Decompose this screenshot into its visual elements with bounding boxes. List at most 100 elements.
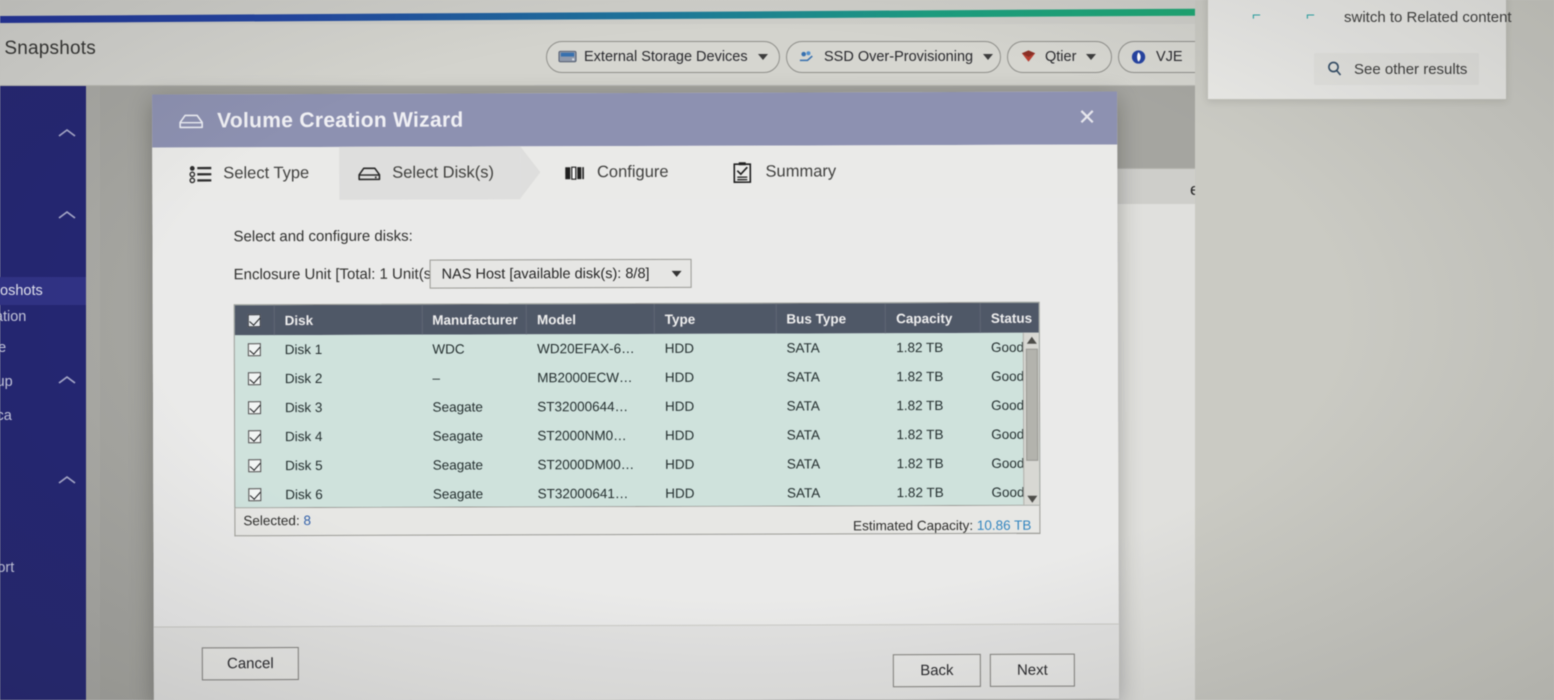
row-checkbox[interactable]	[248, 459, 262, 473]
disk-table-header: Disk Manufacturer Model Type Bus Type Ca…	[234, 302, 1039, 336]
close-icon[interactable]: ✕	[1073, 104, 1101, 132]
cell-bus-type: SATA	[786, 369, 820, 385]
cell-type: HDD	[665, 456, 695, 472]
table-row[interactable]: Disk 1 WDC WD20EFAX-6… HDD SATA 1.82 TB …	[234, 332, 1039, 365]
cell-model: MB2000ECW…	[537, 370, 633, 386]
select-all-checkbox[interactable]	[247, 313, 261, 327]
wizard-step-label: Select Disk(s)	[392, 163, 495, 182]
back-button[interactable]: Back	[892, 653, 981, 688]
column-header-model[interactable]: Model	[526, 303, 655, 335]
column-header-manufacturer[interactable]: Manufacturer	[422, 304, 528, 335]
sidebar-item-age[interactable]: age	[0, 340, 6, 356]
table-row[interactable]: Disk 5 Seagate ST2000DM00… HDD SATA 1.82…	[235, 448, 1040, 481]
qtier-icon	[1021, 50, 1036, 62]
cell-type: HDD	[665, 485, 695, 501]
cell-bus-type: SATA	[786, 398, 820, 414]
see-other-results-label: See other results	[1354, 60, 1468, 78]
chevron-up-icon[interactable]	[56, 126, 78, 140]
scroll-down-icon[interactable]	[1027, 495, 1038, 503]
chevron-down-icon	[983, 54, 994, 60]
cancel-button[interactable]: Cancel	[201, 647, 299, 681]
toolbar-button-qtier[interactable]: Qtier	[1007, 41, 1112, 73]
chevron-up-icon[interactable]	[56, 473, 78, 487]
scroll-up-icon[interactable]	[1026, 336, 1037, 344]
cell-type: HDD	[664, 398, 695, 414]
row-checkbox-cell[interactable]	[235, 422, 275, 451]
enclosure-unit-value: NAS Host [available disk(s): 8/8]	[441, 265, 650, 283]
cell-model: WD20EFAX-6…	[537, 341, 635, 357]
cell-bus-type: SATA	[786, 456, 821, 472]
column-header-type[interactable]: Type	[654, 303, 777, 334]
toolbar-button-external-storage-devices[interactable]: External Storage Devices	[546, 41, 780, 73]
row-checkbox-cell[interactable]	[235, 393, 275, 422]
list-select-icon	[189, 165, 212, 183]
chevron-up-icon[interactable]	[56, 373, 78, 387]
enclosure-unit-select[interactable]: NAS Host [available disk(s): 8/8]	[429, 258, 692, 289]
cell-capacity: 1.82 TB	[896, 340, 944, 356]
sidebar-item-backup[interactable]: ckup	[0, 374, 13, 390]
row-checkbox[interactable]	[248, 372, 262, 386]
table-row[interactable]: Disk 3 Seagate ST32000644… HDD SATA 1.82…	[234, 390, 1040, 423]
sidebar-item-export[interactable]: xport	[0, 560, 14, 576]
disk-table: Disk Manufacturer Model Type Bus Type Ca…	[233, 301, 1041, 509]
column-header-disk[interactable]: Disk	[274, 304, 423, 336]
disk-table-scrollbar[interactable]	[1022, 332, 1040, 507]
estimated-capacity-text: Estimated Capacity: 10.86 TB	[853, 518, 1031, 534]
column-header-bus-type[interactable]: Bus Type	[776, 303, 887, 334]
brand-gradient-bar	[0, 8, 1195, 23]
column-header-status[interactable]: Status	[981, 303, 1039, 333]
table-row[interactable]: Disk 6 Seagate ST32000641… HDD SATA 1.82…	[235, 477, 1040, 509]
wizard-step-summary[interactable]: Summary	[712, 145, 856, 198]
cell-model: ST32000641…	[537, 486, 629, 502]
table-row[interactable]: Disk 2 – MB2000ECW… HDD SATA 1.82 TB Goo…	[234, 361, 1039, 394]
row-checkbox-cell[interactable]	[235, 480, 275, 508]
cell-type: HDD	[665, 427, 695, 443]
table-row[interactable]: Disk 4 Seagate ST2000NM0… HDD SATA 1.82 …	[235, 419, 1040, 452]
vjbod-icon	[1131, 50, 1146, 64]
select-all-checkbox-cell[interactable]	[234, 305, 275, 336]
row-checkbox[interactable]	[248, 488, 262, 502]
wizard-step-select-disks[interactable]: Select Disk(s)	[339, 146, 521, 200]
cell-bus-type: SATA	[786, 340, 820, 356]
wizard-step-label: Summary	[765, 162, 837, 181]
cell-manufacturer: –	[432, 370, 440, 386]
external-storage-icon	[558, 50, 577, 63]
row-checkbox-cell[interactable]	[235, 451, 275, 480]
wizard-step-select-type[interactable]: Select Type	[152, 147, 329, 201]
sidebar-item-replica[interactable]: olica	[0, 408, 12, 424]
estimated-capacity-label: Estimated Capacity:	[853, 517, 977, 534]
cell-manufacturer: WDC	[432, 341, 465, 357]
row-checkbox[interactable]	[248, 343, 262, 357]
dialog-footer: Cancel Back Next	[153, 623, 1119, 700]
column-header-capacity[interactable]: Capacity	[886, 302, 981, 334]
next-button[interactable]: Next	[989, 653, 1075, 687]
cell-manufacturer: Seagate	[432, 457, 484, 473]
cell-manufacturer: Seagate	[432, 486, 484, 502]
sidebar-item-label: oshots	[0, 283, 43, 299]
wizard-step-label: Configure	[596, 162, 669, 182]
dialog-body: Select and configure disks: Enclosure Un…	[152, 197, 1119, 700]
enclosure-unit-label: Enclosure Unit [Total: 1 Unit(s)]:	[233, 265, 445, 284]
cell-capacity: 1.82 TB	[896, 369, 944, 385]
selected-count-text: Selected: 8	[243, 513, 311, 528]
scrollbar-thumb[interactable]	[1025, 348, 1039, 461]
wizard-steps: Select Type Select Disk(s) Configure Sum…	[152, 144, 1118, 201]
cell-bus-type: SATA	[786, 427, 821, 443]
see-other-results-item[interactable]: See other results	[1314, 53, 1480, 85]
sidebar-item-eration[interactable]: eration	[0, 309, 26, 325]
sidebar-item-label: ckup	[0, 374, 13, 390]
cell-model: ST2000NM0…	[537, 428, 627, 444]
row-checkbox[interactable]	[248, 430, 262, 444]
app-title: & Snapshots	[0, 38, 96, 59]
toolbar-button-label: External Storage Devices	[584, 49, 748, 65]
wizard-step-configure[interactable]: Configure	[544, 146, 689, 199]
chevron-up-icon[interactable]	[56, 208, 78, 222]
disk-table-footer: Selected: 8 Estimated Capacity: 10.86 TB	[234, 505, 1041, 537]
chevron-down-icon	[1086, 54, 1097, 60]
row-checkbox-cell[interactable]	[235, 364, 275, 393]
sidebar-item-label: age	[0, 340, 7, 356]
toolbar-button-ssd-over-provisioning[interactable]: SSD Over-Provisioning	[786, 41, 1001, 73]
row-checkbox-cell[interactable]	[235, 335, 275, 364]
row-checkbox[interactable]	[248, 401, 262, 415]
magnifier-icon	[1328, 61, 1342, 76]
